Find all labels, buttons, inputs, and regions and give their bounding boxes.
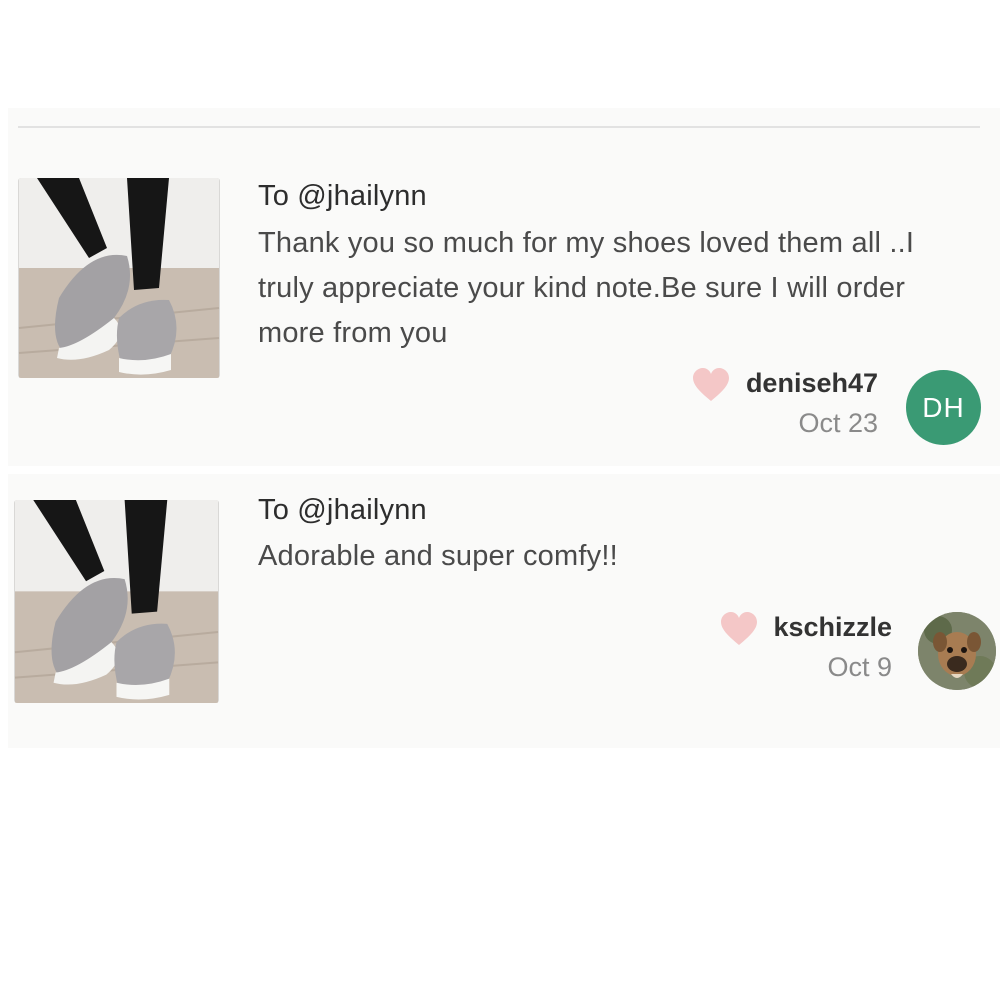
note-message: Thank you so much for my shoes loved the…: [258, 227, 915, 349]
heart-icon[interactable]: [720, 612, 758, 646]
product-thumbnail[interactable]: [14, 500, 219, 703]
username-link[interactable]: kschizzle: [773, 612, 892, 643]
love-notes-panel: To @jhailynn Thank you so much for my sh…: [8, 108, 1000, 748]
note-recipient: To @jhailynn: [258, 180, 427, 212]
avatar[interactable]: [918, 612, 996, 690]
note-date: Oct 23: [798, 408, 878, 438]
love-note: To @jhailynn Thank you so much for my sh…: [8, 168, 1000, 458]
product-thumbnail[interactable]: [18, 178, 220, 378]
sneakers-image: [18, 178, 220, 378]
note-message: Adorable and super comfy!!: [258, 540, 618, 572]
avatar-initials: DH: [922, 391, 965, 423]
divider: [18, 126, 980, 128]
note-date: Oct 9: [827, 652, 892, 682]
dog-photo: [918, 612, 996, 690]
username-link[interactable]: deniseh47: [746, 368, 878, 399]
note-recipient: To @jhailynn: [258, 494, 427, 526]
heart-icon[interactable]: [692, 368, 730, 402]
avatar[interactable]: DH: [906, 370, 981, 445]
love-note: To @jhailynn Adorable and super comfy!! …: [8, 466, 1000, 736]
sneakers-image: [14, 500, 219, 703]
